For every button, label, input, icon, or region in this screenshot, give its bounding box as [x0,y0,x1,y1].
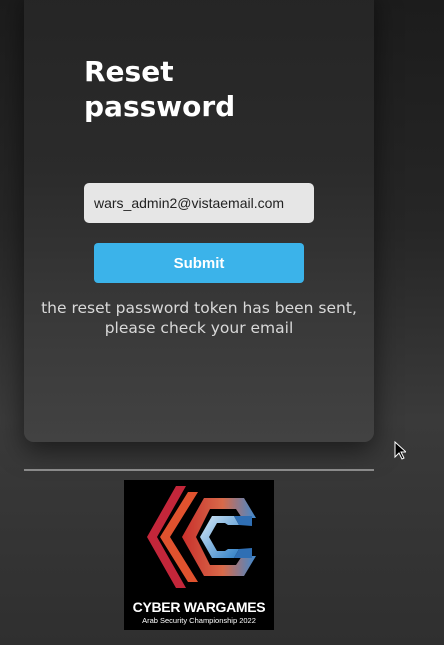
status-message: the reset password token has been sent, … [41,299,357,337]
divider [24,469,374,471]
email-input[interactable] [84,183,314,223]
logo-title: CYBER WARGAMES [132,599,266,615]
submit-button[interactable]: Submit [94,243,304,283]
page-title: Reset password [84,55,236,123]
cyber-wargames-logo: CYBER WARGAMES Arab Security Championshi… [124,480,274,630]
logo-subtitle: Arab Security Championship 2022 [142,616,256,625]
mouse-cursor-icon [394,441,406,460]
